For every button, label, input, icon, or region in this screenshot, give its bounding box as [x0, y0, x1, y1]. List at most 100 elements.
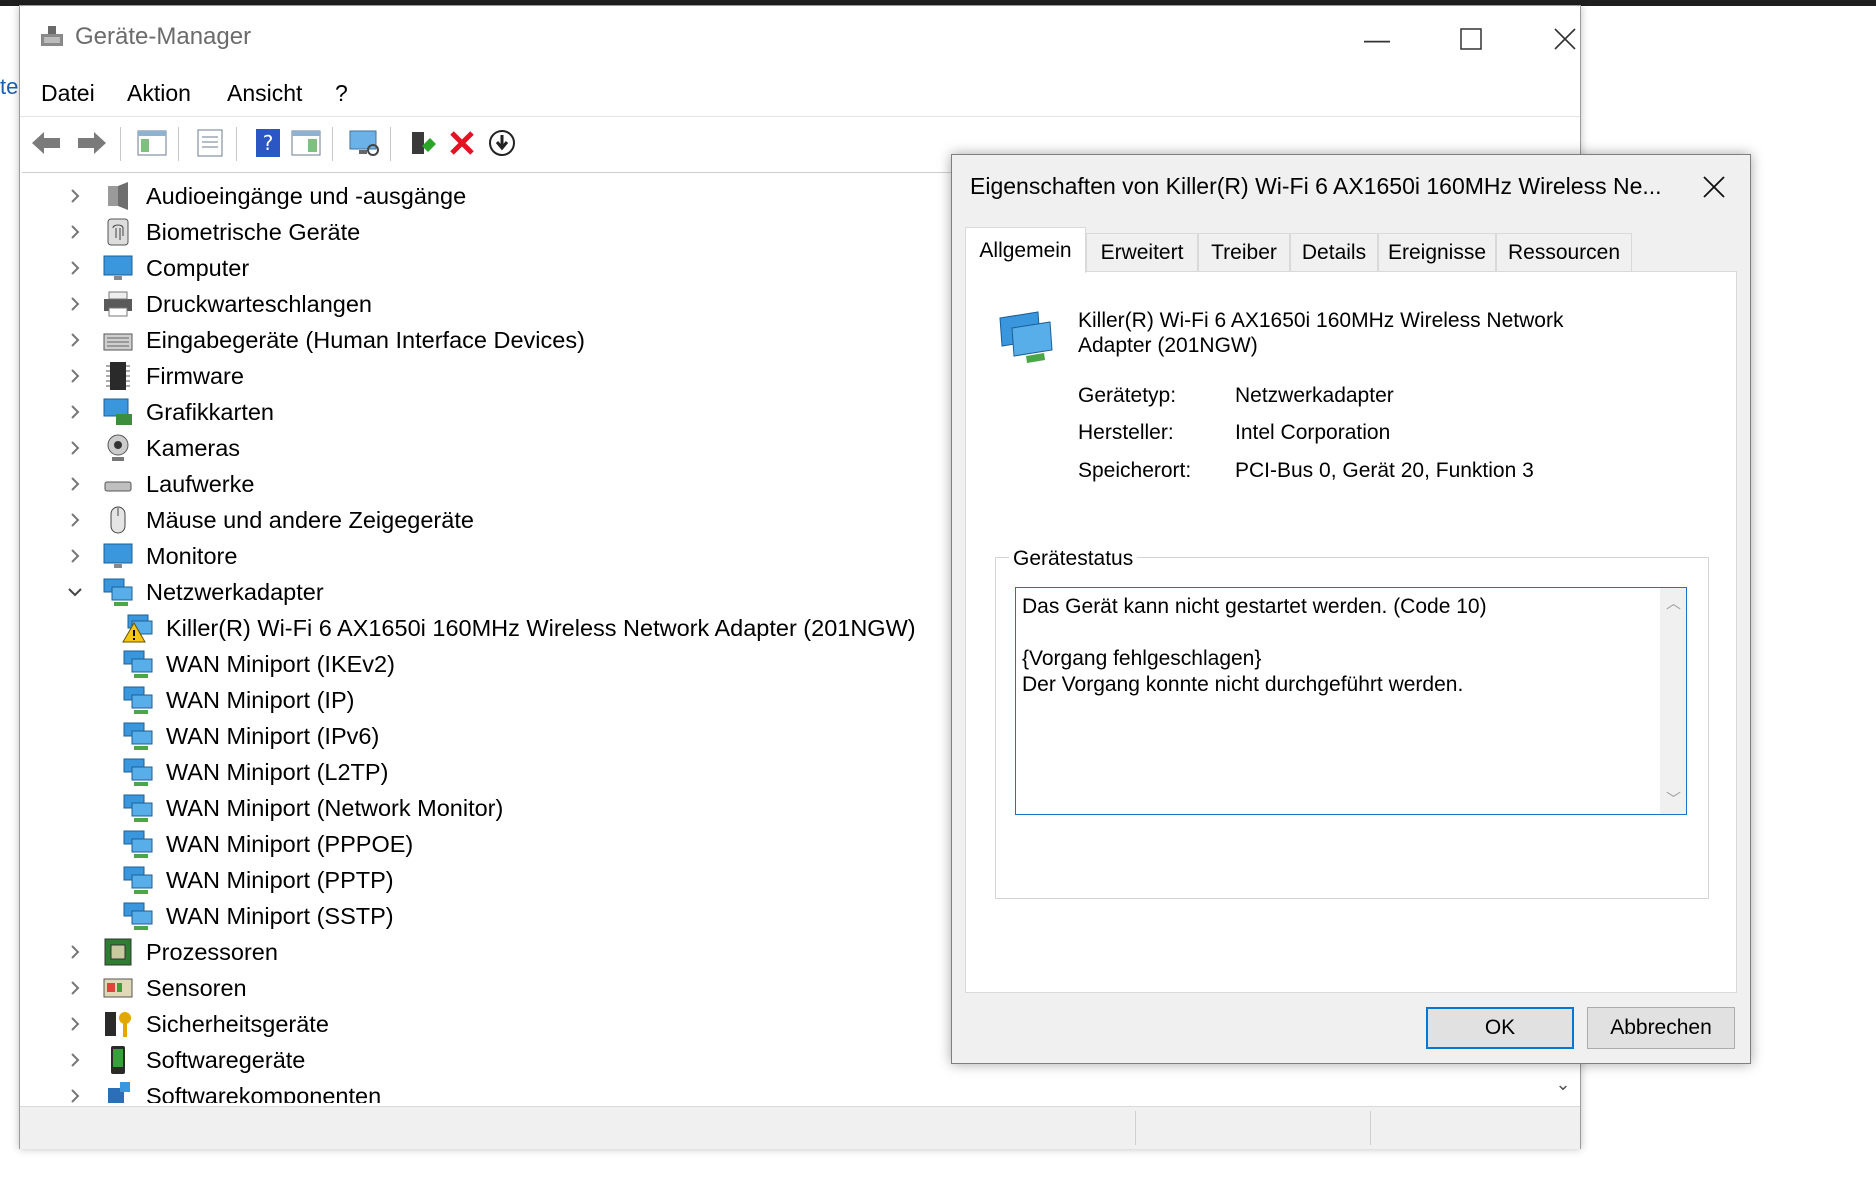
device-status-textbox[interactable]: Das Gerät kann nicht gestartet werden. (… [1015, 587, 1687, 815]
properties-button[interactable] [192, 125, 228, 161]
device-item[interactable]: WAN Miniport (SSTP) [122, 898, 394, 934]
category-item[interactable]: Eingabegeräte (Human Interface Devices) [66, 322, 585, 358]
chevron-right-icon[interactable] [66, 187, 84, 205]
monitor-icon [102, 540, 134, 572]
network-icon [102, 576, 134, 608]
chevron-right-icon[interactable] [66, 511, 84, 529]
category-item[interactable]: Grafikkarten [66, 394, 274, 430]
action-pane-icon [291, 130, 321, 156]
category-item[interactable]: Biometrische Geräte [66, 214, 360, 250]
chevron-right-icon[interactable] [66, 439, 84, 457]
disable-device-button[interactable] [484, 125, 520, 161]
cancel-button[interactable]: Abbrechen [1587, 1007, 1735, 1049]
update-driver-icon [412, 132, 436, 154]
tree-item-label: Audioeingänge und -ausgänge [146, 182, 467, 209]
category-item[interactable]: Mäuse und andere Zeigegeräte [66, 502, 474, 538]
maximize-button[interactable] [1436, 16, 1506, 62]
tree-item-label: Grafikkarten [146, 398, 274, 425]
menu-datei[interactable]: Datei [41, 80, 95, 107]
uninstall-device-button[interactable] [444, 125, 480, 161]
update-driver-button[interactable] [404, 125, 440, 161]
network-icon [122, 756, 154, 788]
category-item[interactable]: Sensoren [66, 970, 247, 1006]
chevron-right-icon[interactable] [66, 547, 84, 565]
chevron-right-icon[interactable] [66, 943, 84, 961]
chevron-right-icon[interactable] [66, 259, 84, 277]
tab-ressourcen[interactable]: Ressourcen [1496, 233, 1632, 271]
tree-item-label: WAN Miniport (IP) [166, 686, 355, 713]
device-item[interactable]: WAN Miniport (IP) [122, 682, 354, 718]
sensor-icon [102, 972, 134, 1004]
chevron-right-icon[interactable] [66, 295, 84, 313]
network-icon [122, 864, 154, 896]
tab-treiber[interactable]: Treiber [1198, 233, 1290, 271]
back-button[interactable] [28, 125, 64, 161]
toolbar-separator [236, 127, 237, 161]
menu-aktion[interactable]: Aktion [127, 80, 191, 107]
status-divider [1135, 1111, 1136, 1145]
tree-item-label: Laufwerke [146, 470, 255, 497]
category-item[interactable]: Computer [66, 250, 249, 286]
help-button[interactable]: ? [250, 125, 286, 161]
location-label: Speicherort: [1078, 459, 1192, 482]
chevron-right-icon[interactable] [66, 1087, 84, 1103]
category-item[interactable]: Firmware [66, 358, 244, 394]
chevron-down-icon[interactable] [66, 583, 84, 601]
device-item[interactable]: WAN Miniport (PPPOE) [122, 826, 413, 862]
dialog-title: Eigenschaften von Killer(R) Wi-Fi 6 AX16… [970, 173, 1662, 199]
chevron-right-icon[interactable] [66, 331, 84, 349]
status-scrollbar[interactable]: ︿ ﹀ [1660, 588, 1686, 814]
category-item[interactable]: Prozessoren [66, 934, 278, 970]
background-window-text: te [0, 74, 19, 99]
dialog-close-button[interactable] [1692, 167, 1736, 207]
category-item[interactable]: Sicherheitsgeräte [66, 1006, 329, 1042]
chevron-up-icon: ︿ [1666, 595, 1682, 612]
back-arrow-icon [32, 132, 60, 154]
device-item[interactable]: Killer(R) Wi-Fi 6 AX1650i 160MHz Wireles… [122, 610, 916, 646]
device-item[interactable]: WAN Miniport (L2TP) [122, 754, 388, 790]
category-item[interactable]: Netzwerkadapter [66, 574, 324, 610]
chevron-right-icon[interactable] [66, 403, 84, 421]
forward-button[interactable] [74, 125, 110, 161]
chevron-right-icon[interactable] [66, 475, 84, 493]
chevron-right-icon[interactable] [66, 1051, 84, 1069]
category-item[interactable]: Laufwerke [66, 466, 254, 502]
category-item[interactable]: Softwarekomponenten [66, 1078, 381, 1103]
tree-item-label: Biometrische Geräte [146, 218, 361, 245]
menu-ansicht[interactable]: Ansicht [227, 80, 302, 107]
tree-item-label: Killer(R) Wi-Fi 6 AX1650i 160MHz Wireles… [166, 614, 916, 641]
device-item[interactable]: WAN Miniport (Network Monitor) [122, 790, 503, 826]
show-hide-console-tree-button[interactable] [134, 125, 170, 161]
tab-details[interactable]: Details [1290, 233, 1378, 271]
chevron-right-icon[interactable] [66, 367, 84, 385]
device-item[interactable]: WAN Miniport (IKEv2) [122, 646, 395, 682]
tab-erweitert[interactable]: Erweitert [1086, 233, 1198, 271]
scan-hardware-button[interactable] [346, 125, 382, 161]
scroll-down-arrow[interactable]: ⌄ [1550, 1066, 1576, 1102]
chevron-right-icon[interactable] [66, 979, 84, 997]
category-item[interactable]: Kameras [66, 430, 240, 466]
menu-help[interactable]: ? [335, 80, 348, 107]
device-item[interactable]: WAN Miniport (IPv6) [122, 718, 379, 754]
device-item[interactable]: WAN Miniport (PPTP) [122, 862, 394, 898]
minimize-button[interactable]: — [1342, 16, 1412, 62]
phone-icon [102, 1044, 134, 1076]
tree-item-label: Prozessoren [146, 938, 278, 965]
chevron-down-icon: ﹀ [1666, 791, 1682, 808]
chevron-right-icon[interactable] [66, 1015, 84, 1033]
tab-allgemein[interactable]: Allgemein [965, 227, 1086, 273]
chevron-right-icon[interactable] [66, 223, 84, 241]
category-item[interactable]: Druckwarteschlangen [66, 286, 372, 322]
category-item[interactable]: Softwaregeräte [66, 1042, 305, 1078]
category-item[interactable]: Monitore [66, 538, 237, 574]
network-icon [122, 828, 154, 860]
tree-item-label: Computer [146, 254, 250, 281]
close-button[interactable] [1530, 16, 1600, 62]
tab-ereignisse[interactable]: Ereignisse [1378, 233, 1496, 271]
action-pane-button[interactable] [288, 125, 324, 161]
ok-button[interactable]: OK [1426, 1007, 1574, 1049]
camera-icon [102, 432, 134, 464]
title-bar[interactable]: Geräte-Manager — [20, 6, 1580, 68]
category-item[interactable]: Audioeingänge und -ausgänge [66, 178, 466, 214]
tree-item-label: WAN Miniport (IPv6) [166, 722, 380, 749]
